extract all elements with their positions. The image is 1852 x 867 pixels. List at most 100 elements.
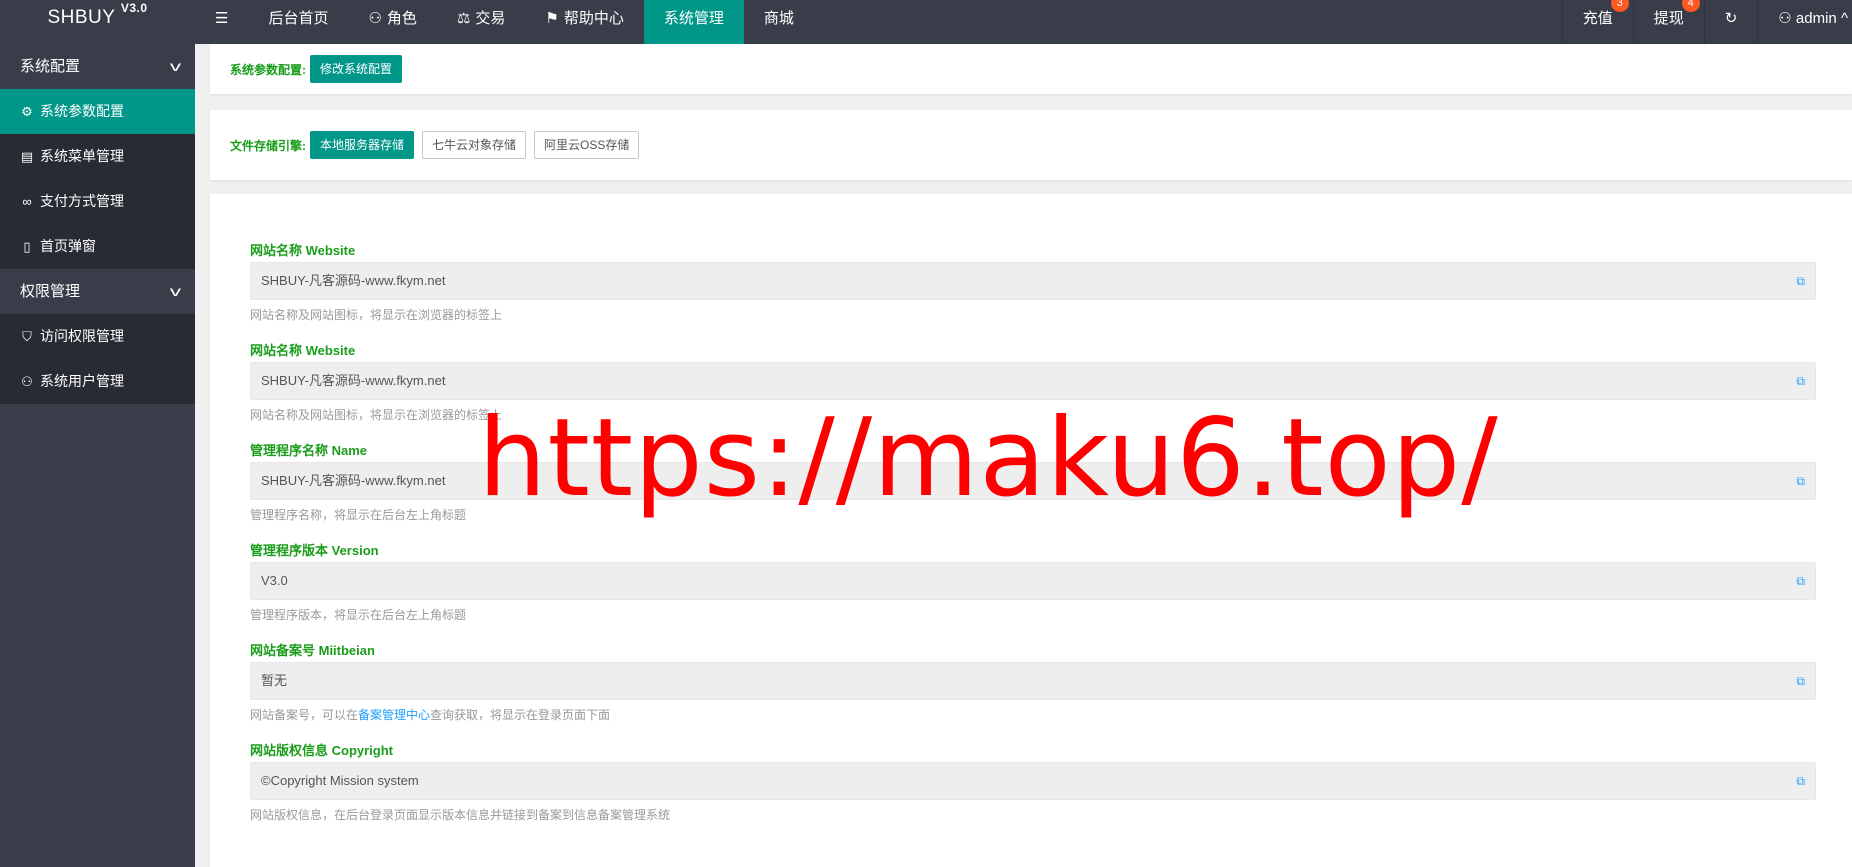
edit-config-button[interactable]: 修改系统配置 [310,55,403,83]
app-version: V3.0 [120,1,148,15]
field-help: 网站名称及网站图标，将显示在浏览器的标签上 [250,308,503,322]
copy-icon[interactable]: ⧉ [1796,763,1805,799]
field-label: 网站名称 Website [250,343,356,358]
copy-icon[interactable]: ⧉ [1796,263,1805,299]
config-bar: 系统参数配置: 修改系统配置 [210,44,1852,94]
beian-center-link[interactable]: 备案管理中心 [358,708,430,722]
field-label: 网站版权信息 Copyright [250,743,393,758]
recharge-badge: 3 [1610,0,1629,12]
chevron-down-icon: v [169,283,182,299]
nav-trade[interactable]: ⚖ 交易 [437,0,525,44]
user-icon: ⚇ [368,10,382,27]
nav-role[interactable]: ⚇ 角色 [348,0,436,44]
field-value: ©Copyright Mission system [261,773,419,788]
top-right-nav: 充值 3 提现 4 ↻ ⚇ admin ^ [1561,0,1852,44]
sidebar-item-label: 系统参数配置 [40,103,124,119]
nav-home[interactable]: 后台首页 [248,0,348,44]
gear-icon: ⚙ [21,104,33,119]
sidebar-group-label: 系统配置 [20,58,81,75]
sidebar-item-home-popup[interactable]: ▯ 首页弹窗 [0,224,195,269]
storage-qiniu-button[interactable]: 七牛云对象存储 [422,131,527,159]
field-label: 网站备案号 Miitbeian [250,643,375,658]
top-bar: SHBUY V3.0 ☰ 后台首页 ⚇ 角色 ⚖ 交易 ⚑ 帮助中心 系统管理 … [0,0,1852,44]
miitbeian-input[interactable]: 暂无 ⧉ [250,662,1816,700]
recharge-button[interactable]: 充值 3 [1561,0,1633,44]
sidebar-item-menu-manage[interactable]: ▤ 系统菜单管理 [0,134,195,179]
sidebar-item-label: 支付方式管理 [40,193,124,209]
field-value: SHBUY-凡客源码-www.fkym.net [261,373,446,388]
field-label: 网站名称 Website [250,243,356,258]
field-help: 网站版权信息，在后台登录页面显示版本信息并链接到备案到信息备案管理系统 [250,808,671,822]
storage-local-button[interactable]: 本地服务器存储 [310,131,415,159]
sidebar-item-payment-manage[interactable]: ∞ 支付方式管理 [0,179,195,224]
flag-icon: ⚑ [545,10,559,27]
recharge-label: 充值 [1582,10,1613,27]
chevron-down-icon: v [169,58,182,74]
watermark-text: https://maku6.top/ [478,396,1499,521]
sidebar-item-access-manage[interactable]: ⛉ 访问权限管理 [0,314,195,359]
copy-icon[interactable]: ⧉ [1796,463,1805,499]
field-help: 管理程序版本，将显示在后台左上角标题 [250,608,467,622]
sidebar-item-label: 系统菜单管理 [40,148,124,164]
nav-system-label: 系统管理 [663,10,724,27]
top-nav: ☰ 后台首页 ⚇ 角色 ⚖ 交易 ⚑ 帮助中心 系统管理 商城 [195,0,814,44]
field-value: V3.0 [261,573,288,588]
user-icon: ⚇ [1778,10,1792,27]
nav-trade-label: 交易 [475,10,506,27]
field-value: SHBUY-凡客源码-www.fkym.net [261,473,446,488]
sidebar-group-system-config[interactable]: 系统配置 v [0,44,195,89]
storage-aliyun-button[interactable]: 阿里云OSS存储 [534,131,640,159]
shield-icon: ⛉ [22,329,32,344]
app-version-input[interactable]: V3.0 ⧉ [250,562,1816,600]
refresh-icon: ↻ [1724,10,1738,27]
config-bar-label: 系统参数配置: [230,62,306,77]
link-icon: ∞ [22,194,32,209]
refresh-button[interactable]: ↻ [1703,0,1758,44]
withdraw-button[interactable]: 提现 4 [1632,0,1704,44]
sidebar-group-label: 权限管理 [20,283,81,300]
field-label: 管理程序版本 Version [250,543,379,558]
menu-icon: ☰ [215,10,229,27]
chevron-up-icon: ^ [1840,10,1848,27]
help-text: 网站备案号，可以在 [250,708,359,722]
user-name: admin [1795,10,1837,27]
sidebar-group-permission[interactable]: 权限管理 v [0,269,195,314]
field-help: 网站备案号，可以在备案管理中心查询获取，将显示在登录页面下面 [250,700,1816,728]
withdraw-badge: 4 [1681,0,1700,12]
sidebar-item-system-params[interactable]: ⚙ 系统参数配置 [0,89,195,134]
field-miitbeian: 网站备案号 Miitbeian 暂无 ⧉ 网站备案号，可以在备案管理中心查询获取… [250,640,1816,728]
app-name: SHBUY [47,7,116,28]
nav-system[interactable]: 系统管理 [643,0,744,44]
sidebar: 系统配置 v ⚙ 系统参数配置 ▤ 系统菜单管理 ∞ 支付方式管理 ▯ 首页弹窗… [0,44,195,867]
nav-mall[interactable]: 商城 [744,0,814,44]
storage-bar-label: 文件存储引擎: [230,138,306,153]
nav-role-label: 角色 [386,10,417,27]
menu-toggle-button[interactable]: ☰ [195,0,248,44]
table-icon: ▤ [20,149,34,164]
tablet-icon: ▯ [23,239,31,254]
field-value: 暂无 [261,673,288,688]
sidebar-item-label: 系统用户管理 [40,373,124,389]
sidebar-item-label: 首页弹窗 [40,238,96,254]
storage-bar: 文件存储引擎: 本地服务器存储 七牛云对象存储 阿里云OSS存储 [210,110,1852,180]
help-text: 查询获取，将显示在登录页面下面 [430,708,611,722]
website-name-input[interactable]: SHBUY-凡客源码-www.fkym.net ⧉ [250,262,1816,300]
copy-icon[interactable]: ⧉ [1796,363,1805,399]
nav-home-label: 后台首页 [268,10,329,27]
scale-icon: ⚖ [456,10,471,27]
user-menu[interactable]: ⚇ admin ^ [1757,0,1852,44]
sidebar-item-label: 访问权限管理 [40,328,124,344]
sidebar-item-user-manage[interactable]: ⚇ 系统用户管理 [0,359,195,404]
copy-icon[interactable]: ⧉ [1796,563,1805,599]
website-name-input-2[interactable]: SHBUY-凡客源码-www.fkym.net ⧉ [250,362,1816,400]
copy-icon[interactable]: ⧉ [1796,663,1805,699]
user-icon: ⚇ [21,374,33,389]
nav-mall-label: 商城 [763,10,794,27]
app-logo[interactable]: SHBUY V3.0 [0,0,195,44]
field-value: SHBUY-凡客源码-www.fkym.net [261,273,446,288]
nav-help[interactable]: ⚑ 帮助中心 [525,0,643,44]
withdraw-label: 提现 [1653,10,1684,27]
field-app-version: 管理程序版本 Version V3.0 ⧉ 管理程序版本，将显示在后台左上角标题 [250,540,1816,628]
nav-help-label: 帮助中心 [563,10,624,27]
copyright-input[interactable]: ©Copyright Mission system ⧉ [250,762,1816,800]
